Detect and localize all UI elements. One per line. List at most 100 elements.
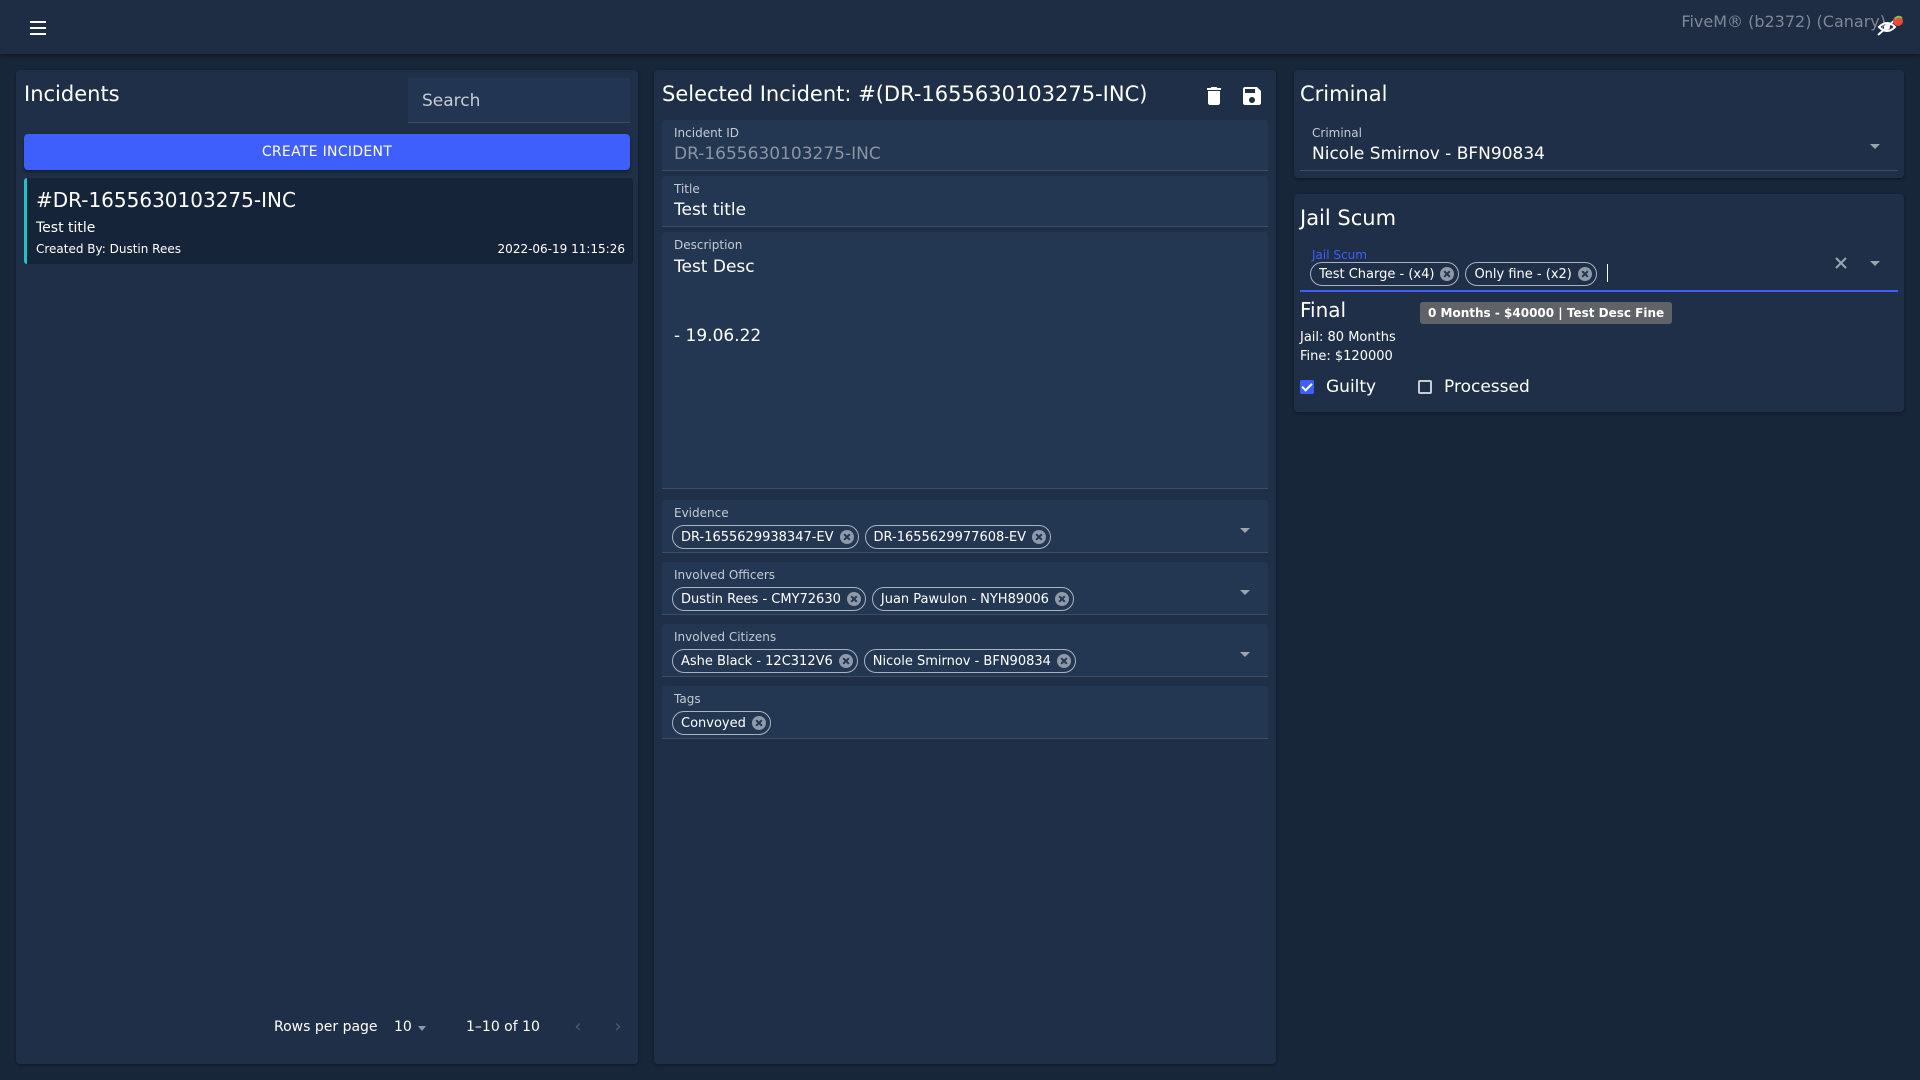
incident-id-label: Incident ID (674, 126, 739, 140)
close-circle-icon[interactable] (838, 654, 853, 668)
create-incident-button[interactable]: CREATE INCIDENT (24, 134, 630, 170)
chevron-down-icon[interactable] (1870, 261, 1880, 266)
rows-per-page-label: Rows per page (274, 1019, 378, 1035)
criminal-title: Criminal (1300, 82, 1388, 106)
search-input[interactable] (420, 78, 624, 124)
final-tooltip-badge: 0 Months - $40000 | Test Desc Fine (1420, 302, 1673, 324)
officer-chip: Juan Pawulon - NYH89006 (871, 587, 1074, 611)
description-label: Description (674, 238, 743, 252)
eye-off-icon (1877, 15, 1903, 36)
citizen-chip: Ashe Black - 12C312V6 (672, 649, 858, 673)
text-cursor (1606, 264, 1608, 282)
checkbox-checked-icon (1300, 380, 1314, 394)
officers-field[interactable]: Involved Officers Dustin Rees - CMY72630… (662, 562, 1268, 615)
guilty-label: Guilty (1326, 377, 1377, 397)
charge-chip: Only fine - (x2) (1465, 262, 1597, 286)
close-circle-icon[interactable] (846, 592, 861, 606)
incident-item-author: Created By: Dustin Rees (36, 242, 181, 256)
close-circle-icon[interactable] (751, 716, 766, 730)
checkbox-unchecked-icon (1418, 380, 1432, 394)
criminal-value: Nicole Smirnov - BFN90834 (1312, 144, 1545, 164)
tags-label: Tags (674, 692, 701, 706)
citizens-label: Involved Citizens (674, 630, 777, 644)
tag-chip: Convoyed (672, 711, 771, 735)
chip-label: Dustin Rees - CMY72630 (681, 591, 841, 607)
officer-chips: Dustin Rees - CMY72630 Juan Pawulon - NY… (672, 587, 1074, 613)
evidence-chip: DR-1655629938347-EV (672, 525, 859, 549)
criminal-panel: Criminal Criminal Nicole Smirnov - BFN90… (1294, 70, 1904, 178)
chevron-right-icon[interactable]: › (606, 1016, 630, 1040)
incident-item-title: Test title (36, 220, 96, 236)
incidents-panel: Incidents CREATE INCIDENT #DR-1655630103… (16, 70, 638, 1064)
chip-label: Ashe Black - 12C312V6 (681, 653, 833, 669)
build-info-text: FiveM® (b2372) (Canary) (1681, 12, 1886, 31)
close-icon[interactable] (1832, 254, 1850, 272)
chip-label: DR-1655629977608-EV (873, 529, 1027, 545)
description-field[interactable]: Description Test Desc - 19.06.22 (662, 232, 1268, 489)
selected-incident-title: Selected Incident: #(DR-1655630103275-IN… (662, 82, 1148, 106)
chip-label: Nicole Smirnov - BFN90834 (872, 653, 1051, 669)
trash-icon[interactable] (1202, 84, 1226, 108)
final-fine: Fine: $120000 (1300, 349, 1393, 364)
chevron-down-icon[interactable] (1870, 144, 1880, 149)
incident-id-field: Incident ID DR-1655630103275-INC (662, 120, 1268, 171)
officer-chip: Dustin Rees - CMY72630 (672, 587, 866, 611)
incident-id-value: DR-1655630103275-INC (674, 144, 881, 164)
guilty-checkbox[interactable]: Guilty (1300, 376, 1376, 398)
criminal-label: Criminal (1312, 126, 1362, 140)
pagination: Rows per page 10 1–10 of 10 ‹ › (16, 1012, 638, 1042)
incident-item-date: 2022-06-19 11:15:26 (497, 242, 625, 256)
processed-label: Processed (1444, 377, 1530, 397)
evidence-label: Evidence (674, 506, 729, 520)
title-label: Title (674, 182, 700, 196)
close-circle-icon[interactable] (1056, 654, 1071, 668)
citizen-chip: Nicole Smirnov - BFN90834 (863, 649, 1076, 673)
jail-scum-panel: Jail Scum Jail Scum Test Charge - (x4) O… (1294, 194, 1904, 412)
title-field[interactable]: Title Test title (662, 176, 1268, 227)
incident-detail-panel: Selected Incident: #(DR-1655630103275-IN… (654, 70, 1276, 1064)
search-box (408, 78, 630, 124)
chevron-down-icon (418, 1026, 426, 1031)
close-circle-icon[interactable] (1577, 267, 1592, 281)
chevron-down-icon[interactable] (1240, 590, 1250, 595)
citizens-field[interactable]: Involved Citizens Ashe Black - 12C312V6 … (662, 624, 1268, 677)
tag-chips: Convoyed (672, 711, 771, 737)
incidents-title: Incidents (24, 82, 120, 106)
close-circle-icon[interactable] (839, 530, 854, 544)
top-bar: FiveM® (b2372) (Canary) (0, 0, 1920, 54)
chip-label: Convoyed (681, 715, 746, 731)
citizen-chips: Ashe Black - 12C312V6 Nicole Smirnov - B… (672, 649, 1076, 675)
evidence-chip: DR-1655629977608-EV (864, 525, 1052, 549)
final-jail-time: Jail: 80 Months (1300, 330, 1396, 345)
chip-label: DR-1655629938347-EV (681, 529, 834, 545)
evidence-field[interactable]: Evidence DR-1655629938347-EV DR-16556299… (662, 500, 1268, 553)
hamburger-menu-icon[interactable] (24, 14, 52, 40)
close-circle-icon[interactable] (1054, 592, 1069, 606)
incident-item-id: #DR-1655630103275-INC (36, 188, 296, 212)
officers-label: Involved Officers (674, 568, 776, 582)
close-circle-icon[interactable] (1032, 530, 1047, 544)
final-title: Final (1300, 298, 1347, 322)
criminal-select[interactable]: Criminal Nicole Smirnov - BFN90834 (1300, 120, 1898, 171)
chevron-down-icon[interactable] (1240, 652, 1250, 657)
charges-label: Jail Scum (1312, 248, 1367, 262)
chip-label: Juan Pawulon - NYH89006 (880, 591, 1049, 607)
charges-select[interactable]: Jail Scum Test Charge - (x4) Only fine -… (1300, 244, 1898, 292)
processed-checkbox[interactable]: Processed (1418, 376, 1530, 398)
charge-chip: Test Charge - (x4) (1310, 262, 1460, 286)
chip-label: Only fine - (x2) (1474, 266, 1572, 282)
evidence-chips: DR-1655629938347-EV DR-1655629977608-EV (672, 525, 1052, 551)
description-value: Test Desc - 19.06.22 (674, 257, 762, 346)
rows-per-page-value: 10 (394, 1019, 412, 1035)
close-circle-icon[interactable] (1440, 267, 1455, 281)
jail-scum-title: Jail Scum (1300, 206, 1397, 230)
chip-label: Test Charge - (x4) (1319, 266, 1435, 282)
charge-chips: Test Charge - (x4) Only fine - (x2) (1310, 262, 1608, 288)
chevron-left-icon[interactable]: ‹ (566, 1016, 590, 1040)
title-value: Test title (674, 200, 747, 220)
incident-list-item[interactable]: #DR-1655630103275-INC Test title Created… (24, 178, 633, 264)
rows-per-page-select[interactable]: 10 (394, 1017, 434, 1039)
floppy-disk-icon[interactable] (1240, 84, 1264, 108)
tags-field[interactable]: Tags Convoyed (662, 686, 1268, 739)
chevron-down-icon[interactable] (1240, 528, 1250, 533)
